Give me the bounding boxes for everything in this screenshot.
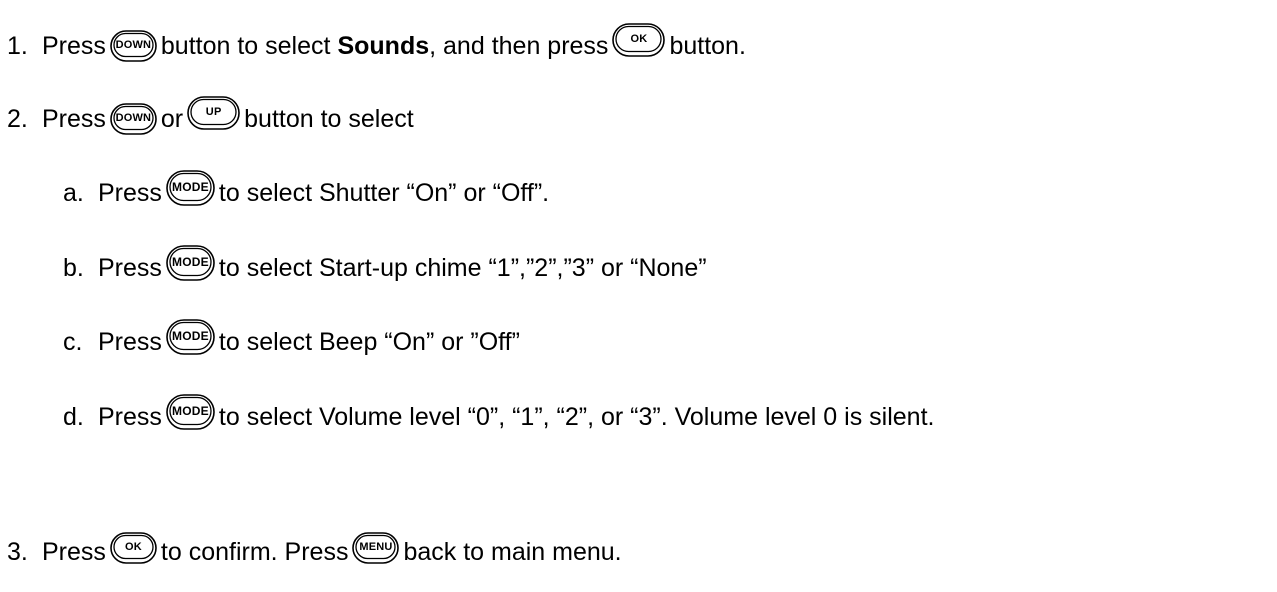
- step-text: or: [160, 104, 184, 133]
- step-text: button.: [669, 31, 746, 60]
- step-text: button to select: [160, 31, 331, 60]
- ok-button-icon: OK: [612, 23, 666, 57]
- step-number: 1.: [7, 31, 28, 60]
- substep-text: Press: [98, 327, 162, 356]
- step-text: Press: [42, 104, 106, 133]
- button-label: UP: [205, 106, 222, 119]
- step-text: Press: [42, 537, 106, 566]
- substep-text: to select Beep “On” or ”Off”: [218, 327, 520, 356]
- step-number: 2.: [7, 104, 28, 133]
- substep-letter: c.: [63, 327, 83, 356]
- step-2: 2. Press DOWN or UP button to select: [7, 95, 414, 143]
- button-label: OK: [124, 541, 142, 554]
- substep-letter: b.: [63, 253, 84, 282]
- step-number: 3.: [7, 537, 28, 566]
- substep-a: a. Press MODE to select Shutter “On” or …: [63, 169, 549, 217]
- button-label: MENU: [359, 541, 393, 554]
- step-text: to confirm. Press: [160, 537, 349, 566]
- step-text: back to main menu.: [403, 537, 622, 566]
- button-label: DOWN: [115, 39, 152, 52]
- menu-option-sounds: Sounds: [337, 31, 430, 60]
- up-button-icon: UP: [187, 96, 240, 130]
- substep-letter: d.: [63, 402, 84, 431]
- substep-text: Press: [98, 178, 162, 207]
- mode-button-icon: MODE: [166, 394, 215, 430]
- button-label: MODE: [172, 254, 209, 269]
- button-label: DOWN: [115, 112, 152, 125]
- substep-text: to select Start-up chime “1”,”2”,”3” or …: [218, 253, 707, 282]
- step-text: , and then press: [429, 31, 609, 60]
- mode-button-icon: MODE: [166, 245, 215, 281]
- button-label: MODE: [172, 328, 209, 343]
- substep-d: d. Press MODE to select Volume level “0”…: [63, 393, 934, 441]
- step-text: Press: [42, 31, 106, 60]
- step-1: 1. Press DOWN button to select Sounds , …: [7, 22, 746, 70]
- substep-text: Press: [98, 402, 162, 431]
- button-label: MODE: [172, 179, 209, 194]
- substep-text: to select Volume level “0”, “1”, “2”, or…: [218, 402, 935, 431]
- substep-c: c. Press MODE to select Beep “On” or ”Of…: [63, 318, 520, 366]
- substep-letter: a.: [63, 178, 84, 207]
- step-3: 3. Press OK to confirm. Press MENU back …: [7, 528, 622, 576]
- substep-text: to select Shutter “On” or “Off”.: [218, 178, 550, 207]
- down-button-icon: DOWN: [110, 30, 157, 62]
- button-label: OK: [630, 33, 648, 46]
- substep-b: b. Press MODE to select Start-up chime “…: [63, 244, 707, 292]
- menu-button-icon: MENU: [352, 532, 400, 564]
- substep-text: Press: [98, 253, 162, 282]
- button-label: MODE: [172, 403, 209, 418]
- mode-button-icon: MODE: [166, 170, 215, 206]
- ok-button-icon: OK: [110, 532, 157, 564]
- mode-button-icon: MODE: [166, 319, 215, 355]
- step-text: button to select: [244, 104, 414, 133]
- down-button-icon: DOWN: [110, 103, 157, 135]
